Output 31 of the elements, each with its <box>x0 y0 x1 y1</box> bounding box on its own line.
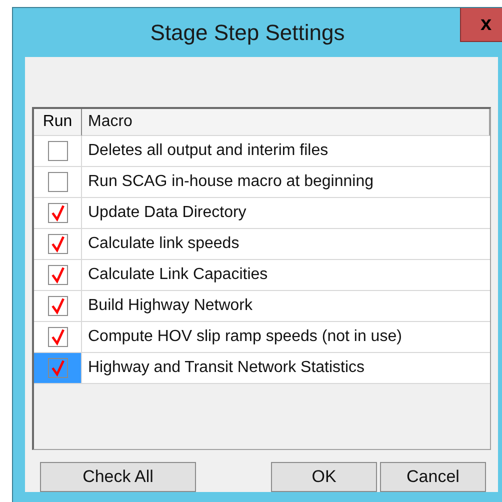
dialog-button[interactable]: OK <box>271 462 377 492</box>
dialog-button[interactable]: Check All <box>40 462 196 492</box>
window-title: Stage Step Settings <box>149 20 345 46</box>
macro-cell: Deletes all output and interim files <box>82 136 490 167</box>
macro-cell: Update Data Directory <box>82 198 490 229</box>
run-cell[interactable] <box>34 167 82 198</box>
macro-cell: Compute HOV slip ramp speeds (not in use) <box>82 322 490 353</box>
run-cell[interactable] <box>34 353 82 384</box>
checkbox[interactable] <box>48 203 68 223</box>
macro-cell: Build Highway Network <box>82 291 490 322</box>
column-header[interactable]: Run <box>34 109 82 136</box>
run-cell[interactable] <box>34 198 82 229</box>
macro-cell: Calculate link speeds <box>82 229 490 260</box>
checkbox[interactable] <box>48 327 68 347</box>
dialog-button[interactable]: Cancel <box>380 462 486 492</box>
close-button[interactable]: x <box>460 8 502 42</box>
macro-cell: Calculate Link Capacities <box>82 260 490 291</box>
run-cell[interactable] <box>34 260 82 291</box>
checkbox[interactable] <box>48 141 68 161</box>
macro-cell: Highway and Transit Network Statistics <box>82 353 490 384</box>
run-cell[interactable] <box>34 291 82 322</box>
run-cell[interactable] <box>34 229 82 260</box>
macro-cell: Run SCAG in-house macro at beginning <box>82 167 490 198</box>
run-cell[interactable] <box>34 136 82 167</box>
checkbox[interactable] <box>48 358 68 378</box>
checkbox[interactable] <box>48 265 68 285</box>
column-header[interactable]: Macro <box>82 109 490 136</box>
checkbox[interactable] <box>48 234 68 254</box>
checkbox[interactable] <box>48 296 68 316</box>
checkbox[interactable] <box>48 172 68 192</box>
run-cell[interactable] <box>34 322 82 353</box>
